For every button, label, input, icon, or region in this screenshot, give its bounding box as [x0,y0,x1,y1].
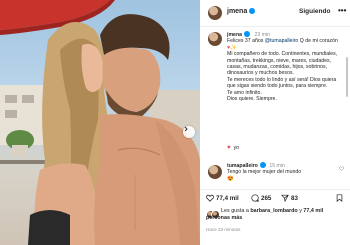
verified-badge-icon [249,8,256,14]
comment-bubble-icon [251,194,260,202]
caption-line1-end: Q de mi corazón [299,38,338,45]
scrollbar[interactable] [346,57,348,97]
post-timestamp[interactable]: Hace 23 minutos [206,227,240,232]
post-author-username[interactable]: jmena [227,8,247,15]
red-heart-emoji-icon: ♥ [227,145,231,151]
emoji-icon: 😍 [227,175,234,182]
more-options-icon[interactable]: ••• [338,6,346,15]
save-button[interactable] [336,194,345,202]
comment: tumapalleiro 15 min Tengo la mejor mujer… [227,162,344,182]
caption-mention-link[interactable]: @tumapalleiro [265,38,299,44]
caption-paragraph-1: Mi compañero de todo. Continentes, mundi… [227,51,338,77]
bookmark-icon [336,194,343,202]
caption-author[interactable]: jmena [227,32,242,38]
avatar[interactable] [208,32,222,46]
liked-by-prefix: Les gusta a [221,208,249,214]
liked-by-text: Les gusta a barbara_lombardo y 77,4 mil … [206,208,346,221]
post-author[interactable]: jmena [227,8,256,15]
avatar[interactable] [208,6,222,20]
following-button[interactable]: Siguiendo [299,8,330,15]
post-header: jmena Siguiendo ••• [200,0,350,27]
shares-count: 83 [291,195,298,202]
comment-button[interactable]: 265 [251,194,271,202]
comments-count: 265 [261,195,272,202]
chevron-right-icon [184,126,188,132]
liked-by-user-link[interactable]: barbara_lombardo [250,208,297,214]
next-photo-button[interactable] [183,126,195,138]
post-photo [0,0,200,245]
send-icon [280,194,289,203]
caption-paragraph-2: Te mereces todo lo lindo y así será! Dio… [227,76,337,90]
share-button[interactable]: 83 [280,194,298,203]
caption-time: 23 min [254,32,271,38]
like-comment-heart-icon[interactable] [339,166,344,171]
verified-badge-icon [244,31,250,37]
comment-author[interactable]: tumapalleiro [227,163,258,169]
liked-by-middle: y [299,208,302,214]
avatar[interactable] [208,165,222,179]
post-info-panel: jmena Siguiendo ••• jmena 23 min Felices… [200,0,350,245]
action-bar: 77,4 mil 265 83 [200,189,350,206]
sparkle-emoji-icon: ✨ [230,44,237,51]
caption-line1-start: Felices 37 años [227,38,264,45]
couple-kissing-image [0,0,200,245]
like-button[interactable]: 77,4 mil [206,194,239,202]
caption-paragraph-4: Dios quiere. Siempre. [227,96,277,103]
post-caption: jmena 23 min Felices 37 años @tumapallei… [227,31,343,102]
verified-badge-icon [259,162,266,168]
caption-extra-text: yo [233,145,240,151]
likes-count: 77,4 mil [216,195,239,202]
caption-extra-line: ♥ yo [227,145,239,151]
heart-icon [206,194,214,202]
comment-text: Tengo la mejor mujer del mundo [227,169,302,176]
comments-scroll-area[interactable]: jmena 23 min Felices 37 años @tumapallei… [200,27,350,187]
comment-time: 15 min [269,163,285,169]
